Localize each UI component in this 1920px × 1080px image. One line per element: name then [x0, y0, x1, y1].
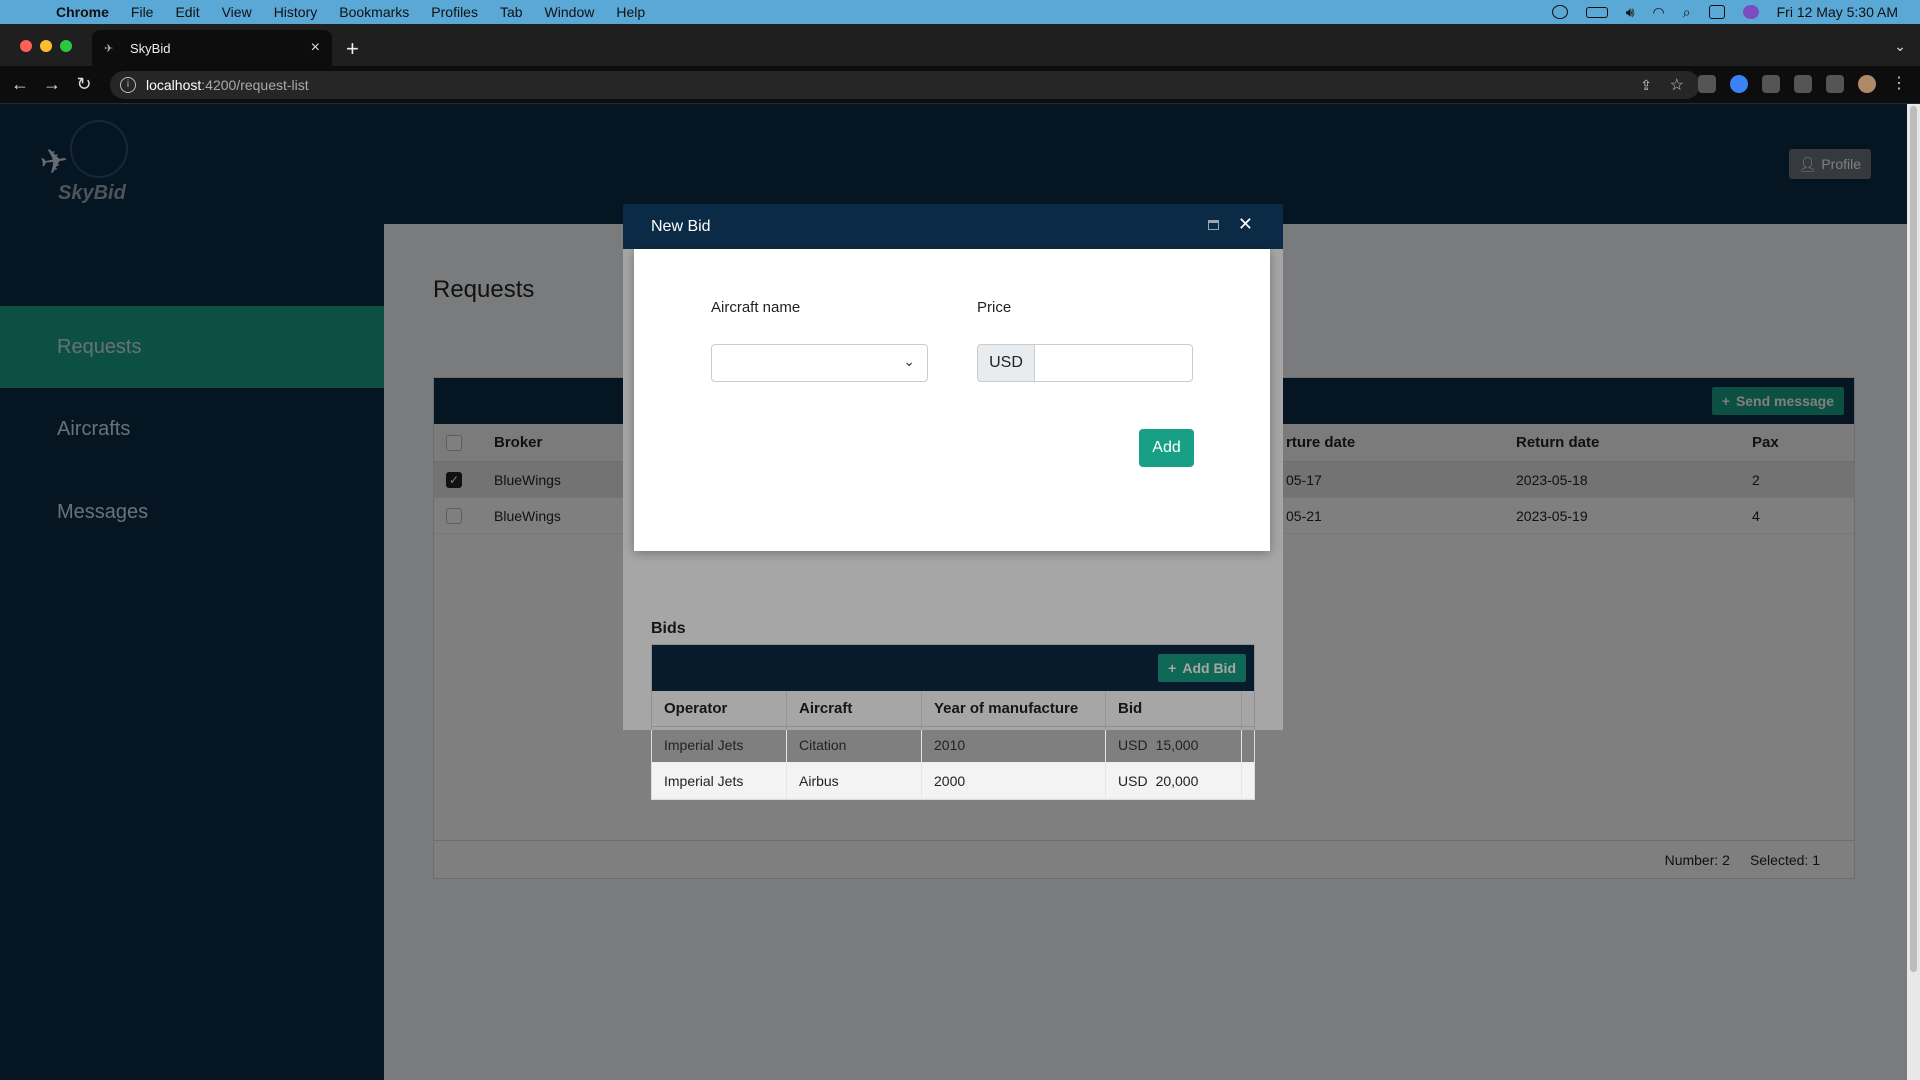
- menubar-clock[interactable]: Fri 12 May 5:30 AM: [1777, 4, 1898, 20]
- url-host: localhost: [146, 77, 202, 93]
- new-bid-title: New Bid: [651, 217, 711, 235]
- extensions-puzzle-icon[interactable]: [1794, 75, 1812, 93]
- scrollbar-thumb[interactable]: [1910, 106, 1917, 972]
- tab-close-icon[interactable]: ×: [311, 39, 320, 57]
- maximize-icon[interactable]: [1208, 220, 1219, 230]
- reload-icon[interactable]: ↻: [68, 74, 100, 95]
- price-currency-addon: USD: [977, 344, 1035, 382]
- profile-avatar-icon[interactable]: [1858, 75, 1876, 93]
- menu-profiles[interactable]: Profiles: [420, 4, 489, 20]
- table-row[interactable]: Imperial Jets Citation 2010 USD 15,000: [652, 727, 1254, 763]
- price-label: Price: [977, 299, 1012, 316]
- browser-menu-icon[interactable]: ⋮: [1890, 75, 1908, 93]
- price-input[interactable]: [1035, 344, 1193, 382]
- close-icon[interactable]: ✕: [1238, 214, 1253, 235]
- browser-tab-strip: ✈ SkyBid × + ⌄: [0, 24, 1920, 66]
- share-icon[interactable]: ⇪: [1640, 77, 1652, 94]
- tab-title: SkyBid: [130, 40, 171, 56]
- menu-app-name[interactable]: Chrome: [56, 4, 120, 20]
- cell-aircraft: Citation: [787, 727, 922, 762]
- spotlight-search-icon[interactable]: ⌕: [1683, 4, 1691, 21]
- browser-tab[interactable]: ✈ SkyBid ×: [92, 30, 332, 66]
- cell-year: 2010: [922, 727, 1106, 762]
- menu-history[interactable]: History: [263, 4, 329, 20]
- bid-currency: USD: [1118, 736, 1148, 753]
- cell-aircraft: Airbus: [787, 763, 922, 798]
- bid-amount: 15,000: [1155, 736, 1199, 753]
- bookmark-star-icon[interactable]: ☆: [1670, 75, 1684, 95]
- volume-icon[interactable]: 🔊︎: [1626, 4, 1635, 21]
- cell-operator: Imperial Jets: [652, 727, 787, 762]
- tab-search-chevron-icon[interactable]: ⌄: [1894, 38, 1906, 55]
- aircraft-name-select[interactable]: ⌄: [711, 344, 928, 382]
- back-icon[interactable]: ←: [4, 74, 36, 95]
- window-minimize-icon[interactable]: [40, 40, 52, 52]
- extension-drop-icon[interactable]: [1730, 75, 1748, 93]
- aircraft-name-label: Aircraft name: [711, 299, 801, 316]
- new-bid-dialog-header: New Bid ✕: [623, 204, 1283, 249]
- browser-toolbar: ← → ↻ i localhost:4200/request-list ⇪ ☆ …: [0, 66, 1920, 104]
- forward-icon[interactable]: →: [36, 74, 68, 95]
- tab-favicon-icon: ✈: [104, 43, 114, 55]
- menu-tab[interactable]: Tab: [489, 4, 534, 20]
- macos-menubar: Chrome File Edit View History Bookmarks …: [0, 0, 1920, 24]
- control-center-icon[interactable]: [1708, 5, 1725, 19]
- menu-view[interactable]: View: [211, 4, 263, 20]
- menu-file[interactable]: File: [120, 4, 165, 20]
- page-scrollbar[interactable]: [1907, 104, 1920, 1080]
- table-row[interactable]: Imperial Jets Airbus 2000 USD 20,000: [652, 763, 1254, 799]
- extension-icon[interactable]: [1698, 75, 1716, 93]
- cell-bid: USD 15,000: [1106, 727, 1242, 762]
- new-bid-dialog: Aircraft name ⌄ Price USD Add: [634, 249, 1270, 551]
- siri-icon[interactable]: [1742, 5, 1759, 19]
- menu-window[interactable]: Window: [534, 4, 606, 20]
- chevron-down-icon: ⌄: [903, 353, 915, 369]
- side-panel-icon[interactable]: [1826, 75, 1844, 93]
- add-button[interactable]: Add: [1139, 429, 1194, 467]
- bid-amount: 20,000: [1155, 772, 1199, 789]
- web-app: ✈ SkyBid 👤︎ Profile Requests Aircrafts M…: [0, 104, 1907, 1080]
- new-tab-icon[interactable]: +: [346, 36, 359, 62]
- bid-currency: USD: [1118, 772, 1148, 789]
- menu-edit[interactable]: Edit: [164, 4, 210, 20]
- menu-bookmarks[interactable]: Bookmarks: [328, 4, 420, 20]
- cell-bid: USD 20,000: [1106, 763, 1242, 798]
- play-status-icon[interactable]: [1551, 5, 1568, 19]
- extension-gear-icon[interactable]: [1762, 75, 1780, 93]
- cell-year: 2000: [922, 763, 1106, 798]
- battery-icon[interactable]: [1585, 6, 1608, 18]
- url-path: :4200/request-list: [201, 77, 309, 93]
- window-zoom-icon[interactable]: [60, 40, 72, 52]
- site-info-icon[interactable]: i: [120, 77, 136, 93]
- window-close-icon[interactable]: [20, 40, 32, 52]
- price-input-group: USD: [977, 344, 1193, 382]
- cell-operator: Imperial Jets: [652, 763, 787, 798]
- menu-help[interactable]: Help: [605, 4, 656, 20]
- address-bar[interactable]: i localhost:4200/request-list ⇪ ☆: [110, 71, 1700, 99]
- wifi-icon[interactable]: ◠: [1653, 4, 1665, 21]
